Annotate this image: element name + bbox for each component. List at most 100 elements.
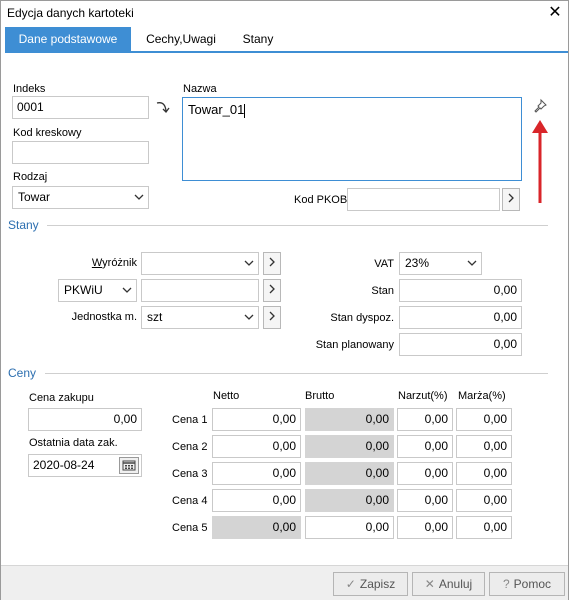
pkwiu-input[interactable] <box>141 279 259 302</box>
section-ceny: Ceny <box>8 366 37 380</box>
footer-bar: ✓ Zapisz ✕ Anuluj ? Pomoc <box>1 565 568 600</box>
header-netto: Netto <box>213 390 240 402</box>
chevron-right-icon <box>508 193 514 203</box>
price-row-label: Cena 1 <box>172 414 208 426</box>
stan-input[interactable]: 0,00 <box>399 279 522 302</box>
help-button[interactable]: ? Pomoc <box>489 572 565 596</box>
jednostka-select[interactable]: szt <box>141 306 259 329</box>
kod-kreskowy-label: Kod kreskowy <box>13 127 82 139</box>
nazwa-textarea[interactable]: Towar_01 <box>182 97 522 181</box>
stan-dyspoz-input[interactable]: 0,00 <box>399 306 522 329</box>
section-divider <box>47 225 548 226</box>
cena5-narzut[interactable]: 0,00 <box>397 516 453 539</box>
kod-pkob-label: Kod PKOB <box>294 194 348 206</box>
section-divider <box>45 373 548 374</box>
wyroznik-lookup-button[interactable] <box>263 252 281 275</box>
pkwiu-lookup-button[interactable] <box>263 279 281 302</box>
cena1-marza[interactable]: 0,00 <box>456 408 512 431</box>
calendar-icon[interactable] <box>119 457 139 474</box>
indeks-input[interactable]: 0001 <box>12 96 149 119</box>
tab-bar: Dane podstawowe Cechy,Uwagi Stany <box>1 27 568 51</box>
ostatnia-data-label: Ostatnia data zak. <box>29 437 118 449</box>
rodzaj-label: Rodzaj <box>13 171 48 183</box>
kod-pkob-input[interactable] <box>347 188 500 211</box>
cena3-brutto: 0,00 <box>305 462 394 485</box>
cena4-marza[interactable]: 0,00 <box>456 489 512 512</box>
jednostka-value: szt <box>147 310 163 324</box>
rodzaj-select[interactable]: Towar <box>12 186 149 209</box>
stan-planowany-input[interactable]: 0,00 <box>399 333 522 356</box>
wyroznik-label: Wyróżnik <box>91 257 137 269</box>
wyroznik-label-text: yróżnik <box>102 257 137 269</box>
dialog-window: Edycja danych kartoteki ✕ Dane podstawow… <box>0 0 569 600</box>
cena3-narzut[interactable]: 0,00 <box>397 462 453 485</box>
x-icon: ✕ <box>424 577 435 591</box>
chevron-right-icon <box>269 284 275 294</box>
cena1-narzut[interactable]: 0,00 <box>397 408 453 431</box>
cena3-marza[interactable]: 0,00 <box>456 462 512 485</box>
pkwiu-select[interactable]: PKWiU <box>58 279 137 302</box>
vat-select[interactable]: 23% <box>399 252 482 275</box>
chevron-right-icon <box>269 257 275 267</box>
cena4-narzut[interactable]: 0,00 <box>397 489 453 512</box>
cena5-marza[interactable]: 0,00 <box>456 516 512 539</box>
text-cursor <box>244 103 246 118</box>
nazwa-label: Nazwa <box>183 83 217 95</box>
cena2-netto[interactable]: 0,00 <box>212 435 301 458</box>
pkwiu-label: PKWiU <box>64 283 103 297</box>
save-button[interactable]: ✓ Zapisz <box>333 572 408 596</box>
cena-zakupu-input[interactable]: 0,00 <box>28 408 142 431</box>
section-stany: Stany <box>8 218 39 232</box>
pin-icon[interactable] <box>532 98 548 114</box>
vat-value: 23% <box>405 256 430 270</box>
chevron-down-icon <box>134 194 144 200</box>
price-row-label: Cena 3 <box>172 468 208 480</box>
help-icon: ? <box>502 577 510 591</box>
tab-dane-podstawowe[interactable]: Dane podstawowe <box>5 27 131 51</box>
cena5-netto: 0,00 <box>212 516 301 539</box>
cena1-brutto: 0,00 <box>305 408 394 431</box>
chevron-right-icon <box>269 311 275 321</box>
stan-label: Stan <box>371 285 394 297</box>
jednostka-label: Jednostka m. <box>71 311 137 323</box>
red-arrow-icon <box>531 119 549 205</box>
cena4-netto[interactable]: 0,00 <box>212 489 301 512</box>
jednostka-lookup-button[interactable] <box>263 306 281 329</box>
chevron-down-icon <box>122 287 132 293</box>
cena5-brutto[interactable]: 0,00 <box>305 516 394 539</box>
cancel-button[interactable]: ✕ Anuluj <box>412 572 485 596</box>
ostatnia-data-value: 2020-08-24 <box>33 458 95 472</box>
tab-cechy-uwagi[interactable]: Cechy,Uwagi <box>137 27 225 51</box>
stan-planowany-label: Stan planowany <box>315 339 394 351</box>
nazwa-value: Towar_01 <box>188 102 245 117</box>
chevron-down-icon <box>244 314 254 320</box>
close-icon[interactable]: ✕ <box>545 3 565 23</box>
cena3-netto[interactable]: 0,00 <box>212 462 301 485</box>
kod-pkob-lookup-button[interactable] <box>502 188 520 211</box>
check-icon: ✓ <box>345 577 356 591</box>
price-row-label: Cena 2 <box>172 441 208 453</box>
chevron-down-icon <box>244 260 254 266</box>
chevron-down-icon <box>467 260 477 266</box>
price-row-label: Cena 4 <box>172 495 208 507</box>
cena1-netto[interactable]: 0,00 <box>212 408 301 431</box>
cancel-button-label: Anuluj <box>438 577 473 591</box>
cena-zakupu-label: Cena zakupu <box>29 392 94 404</box>
header-marza: Marża(%) <box>458 390 506 402</box>
tab-stany[interactable]: Stany <box>233 27 283 51</box>
indeks-label: Indeks <box>13 83 46 95</box>
cena2-narzut[interactable]: 0,00 <box>397 435 453 458</box>
price-row-label: Cena 5 <box>172 522 208 534</box>
help-button-label: Pomoc <box>513 577 552 591</box>
cena2-marza[interactable]: 0,00 <box>456 435 512 458</box>
rodzaj-value: Towar <box>18 190 51 204</box>
window-title: Edycja danych kartoteki <box>7 6 134 20</box>
vat-label: VAT <box>374 258 394 270</box>
cena4-brutto: 0,00 <box>305 489 394 512</box>
header-narzut: Narzut(%) <box>398 390 448 402</box>
cena2-brutto: 0,00 <box>305 435 394 458</box>
header-brutto: Brutto <box>305 390 335 402</box>
kod-kreskowy-input[interactable] <box>12 141 149 164</box>
curved-arrow-icon[interactable] <box>155 98 173 116</box>
wyroznik-select[interactable] <box>141 252 259 275</box>
